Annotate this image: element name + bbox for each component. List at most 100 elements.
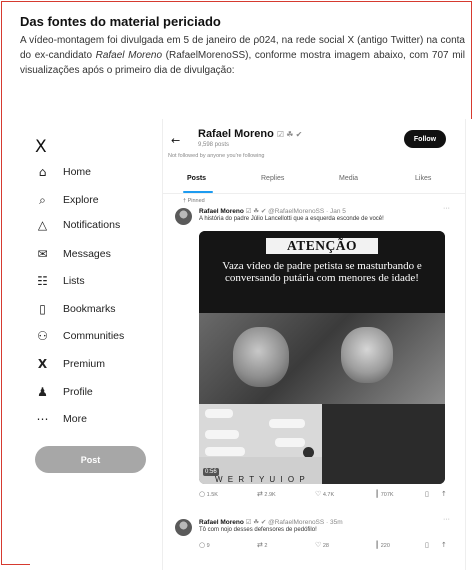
document-page: Das fontes do material periciado A vídeo… [1, 1, 473, 570]
tweet-author[interactable]: Rafael Moreno [199, 208, 244, 215]
tab-posts[interactable]: Posts [187, 175, 206, 182]
share-icon: ↑ [441, 490, 447, 498]
share-icon: ↑ [441, 541, 447, 549]
profile-name: Rafael Moreno ☑ ☘ ✔ [198, 128, 302, 140]
video-warning-title: ATENÇÃO [266, 238, 378, 254]
verified-badges: ☑ ☘ ✔ [276, 130, 303, 139]
reply-icon: ○ [199, 490, 206, 498]
avatar[interactable] [175, 208, 192, 225]
people-icon: ⚇ [37, 329, 48, 343]
sidebar-item-messages[interactable]: ✉ Messages [35, 245, 111, 263]
sidebar-item-bookmarks[interactable]: ▯ Bookmarks [35, 300, 116, 318]
like-button[interactable]: ♡ 28 [315, 541, 329, 549]
views-icon: ┃ [375, 541, 380, 549]
sidebar-nav: X ⌂ Home ⌕ Explore △ Notifications ✉ Mes… [30, 119, 155, 559]
more-options-icon[interactable]: ··· [443, 516, 450, 523]
back-arrow-icon[interactable]: ← [171, 134, 180, 147]
sidebar-item-label: Lists [63, 275, 85, 287]
bookmark-icon: ▯ [425, 490, 429, 498]
share-button[interactable]: ↑ [441, 541, 447, 549]
photo-person-right [341, 327, 393, 383]
home-icon: ⌂ [38, 165, 47, 179]
active-tab-indicator [183, 191, 213, 193]
views-button[interactable]: ┃ 220 [375, 541, 390, 549]
post-button[interactable]: Post [35, 446, 146, 473]
like-count: 28 [322, 543, 329, 549]
search-icon: ⌕ [39, 192, 46, 207]
repost-icon: ⇄ [257, 541, 263, 549]
not-followed-note: Not followed by anyone you're following [168, 153, 265, 159]
bookmark-icon: ▯ [425, 541, 429, 549]
view-count: 220 [380, 543, 390, 549]
views-button[interactable]: ┃ 707K [375, 490, 394, 498]
reply-count: 1.5K [206, 492, 218, 498]
sidebar-item-label: More [63, 413, 87, 425]
heart-icon: ♡ [315, 541, 322, 549]
profile-name-text: Rafael Moreno [198, 128, 274, 140]
more-icon: ⋯ [36, 412, 49, 426]
repost-count: 2 [264, 543, 268, 549]
sidebar-item-label: Premium [63, 358, 106, 370]
post-count: 9,598 posts [198, 142, 230, 148]
pinned-label: † Pinned [183, 198, 205, 204]
share-button[interactable]: ↑ [441, 490, 447, 498]
video-headline: Vaza vídeo de padre petista se masturban… [222, 260, 422, 284]
tab-media[interactable]: Media [339, 175, 358, 182]
sidebar-item-profile[interactable]: ♟ Profile [35, 383, 93, 401]
reply-button[interactable]: ○ 9 [199, 541, 210, 549]
chat-bubble [205, 447, 245, 456]
tab-replies[interactable]: Replies [261, 175, 284, 182]
person-icon: ♟ [37, 385, 48, 399]
video-dark-frame [322, 404, 445, 484]
tweet-text: A história do padre Júlio Lancellotti qu… [199, 216, 384, 222]
repost-count: 2.9K [264, 492, 276, 498]
repost-button[interactable]: ⇄ 2.9K [257, 490, 276, 498]
like-button[interactable]: ♡ 4.7K [315, 490, 334, 498]
bookmark-button[interactable]: ▯ [425, 541, 429, 549]
video-duration: 0:56 [203, 468, 219, 476]
tweet-meta: ☑ ☘ ✔ @RafaelMorenoSS · 35m [245, 519, 343, 526]
sidebar-item-label: Communities [63, 330, 125, 342]
tweet-text: Tô com nojo desses defensores de pedófil… [199, 527, 317, 533]
heart-icon: ♡ [315, 490, 322, 498]
sidebar-item-more[interactable]: ⋯ More [35, 410, 87, 428]
tweet-actions: ○ 9 ⇄ 2 ♡ 28 ┃ 220 ▯ ↑ [199, 541, 451, 551]
follow-button[interactable]: Follow [404, 130, 446, 148]
body-paragraph: A vídeo-montagem foi divulgada em 5 de j… [20, 33, 465, 78]
envelope-icon: ✉ [37, 247, 48, 261]
views-icon: ┃ [375, 490, 380, 498]
reply-button[interactable]: ○ 1.5K [199, 490, 218, 498]
tweet-video[interactable]: ATENÇÃO Vaza vídeo de padre petista se m… [199, 231, 445, 484]
view-count: 707K [380, 492, 394, 498]
chat-bubble [269, 419, 305, 428]
x-icon: X [37, 357, 48, 371]
avatar[interactable] [175, 519, 192, 536]
sidebar-item-label: Messages [63, 248, 111, 260]
bookmark-icon: ▯ [39, 302, 46, 316]
chat-bubble [205, 430, 239, 439]
repost-button[interactable]: ⇄ 2 [257, 541, 267, 549]
tab-likes[interactable]: Likes [415, 175, 431, 182]
chat-bubble [275, 438, 305, 447]
profile-column: ← Rafael Moreno ☑ ☘ ✔ 9,598 posts Follow… [162, 119, 466, 570]
tweet-author[interactable]: Rafael Moreno [199, 519, 244, 526]
sidebar-item-lists[interactable]: ☷ Lists [35, 272, 85, 290]
tweet-header: Rafael Moreno ☑ ☘ ✔ @RafaelMorenoSS · Ja… [199, 207, 346, 215]
sidebar-item-home[interactable]: ⌂ Home [35, 163, 91, 181]
tweet-actions: ○ 1.5K ⇄ 2.9K ♡ 4.7K ┃ 707K ▯ ↑ [199, 490, 451, 500]
x-profile-screenshot: X ⌂ Home ⌕ Explore △ Notifications ✉ Mes… [30, 119, 473, 570]
sidebar-item-notifications[interactable]: △ Notifications [35, 216, 120, 234]
sidebar-item-communities[interactable]: ⚇ Communities [35, 327, 124, 345]
bookmark-button[interactable]: ▯ [425, 490, 429, 498]
section-heading: Das fontes do material periciado [20, 14, 221, 29]
keyboard-keys: W E R T Y U I O P [215, 475, 307, 484]
sidebar-item-label: Notifications [63, 219, 121, 231]
sidebar-item-premium[interactable]: X Premium [35, 355, 105, 373]
reply-icon: ○ [199, 541, 206, 549]
sidebar-item-label: Bookmarks [63, 303, 116, 315]
more-options-icon[interactable]: ··· [443, 205, 450, 212]
x-logo-icon[interactable]: X [35, 137, 47, 157]
photo-person-left [233, 327, 289, 387]
sidebar-item-explore[interactable]: ⌕ Explore [35, 191, 98, 209]
tweet-meta: ☑ ☘ ✔ @RafaelMorenoSS · Jan 5 [245, 208, 346, 215]
